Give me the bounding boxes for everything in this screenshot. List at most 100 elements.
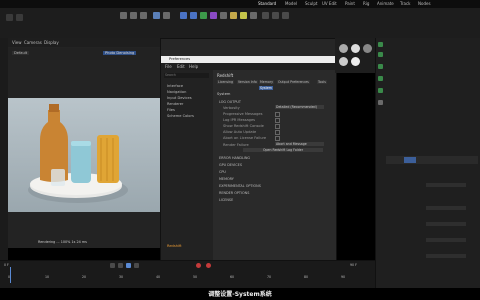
viewport-menu-cameras[interactable]: Cameras — [24, 40, 42, 45]
dialog-sidebar: Search Interface Navigation Input Device… — [161, 70, 213, 261]
keyframe-icon[interactable] — [206, 263, 211, 268]
render-mode-select[interactable]: Default — [12, 51, 30, 55]
panel-icon-6[interactable] — [378, 100, 383, 105]
undo-icon[interactable] — [6, 14, 13, 21]
tab-system[interactable]: System — [259, 86, 273, 90]
setting-auto-update-checkbox[interactable] — [275, 130, 280, 135]
render-icon[interactable] — [163, 12, 170, 19]
group-gpu-devices[interactable]: GPU DEVICES — [219, 163, 242, 167]
move-tool-icon[interactable] — [120, 12, 127, 19]
panel-icon-1[interactable] — [378, 42, 383, 47]
viewport-panel: View Cameras Display Default Photo Denoi… — [8, 38, 160, 248]
sidebar-item-input-devices[interactable]: Input Devices — [167, 96, 192, 100]
dialog-menu-file[interactable]: File — [165, 64, 172, 69]
play-first-icon[interactable] — [110, 263, 115, 268]
menu-tab-sculpt[interactable]: Sculpt — [305, 1, 318, 6]
sidebar-item-navigation[interactable]: Navigation — [167, 90, 186, 94]
open-log-folder-button[interactable]: Open Redshift Log Folder — [243, 148, 323, 152]
attribute-field-5[interactable] — [426, 254, 466, 258]
material-ball-1[interactable] — [339, 44, 348, 53]
sidebar-item-renderer[interactable]: Renderer — [167, 102, 183, 106]
field-icon[interactable] — [220, 12, 227, 19]
group-memory[interactable]: MEMORY — [219, 177, 234, 181]
group-experimental[interactable]: EXPERIMENTAL OPTIONS — [219, 184, 261, 188]
dialog-search-input[interactable]: Search — [164, 73, 209, 78]
menu-tab-rig[interactable]: Rig — [363, 1, 369, 6]
pen-icon[interactable] — [190, 12, 197, 19]
deformer-icon[interactable] — [210, 12, 217, 19]
material-ball-5[interactable] — [351, 57, 360, 66]
sidebar-item-redshift[interactable]: Redshift — [167, 244, 182, 248]
setting-console-checkbox[interactable] — [275, 124, 280, 129]
setting-progressive-checkbox[interactable] — [275, 112, 280, 117]
panel-icon-5[interactable] — [378, 88, 383, 93]
redo-icon[interactable] — [16, 14, 23, 21]
frame-current[interactable]: 0 F — [4, 263, 9, 267]
camera-icon[interactable] — [250, 12, 257, 19]
play-next-icon[interactable] — [134, 263, 139, 268]
material-panel — [335, 38, 375, 73]
attribute-field-1[interactable] — [426, 183, 466, 187]
preview-mode-select[interactable]: Photo Denoising — [103, 51, 137, 55]
play-back-icon[interactable] — [118, 263, 123, 268]
attribute-field-4[interactable] — [426, 238, 466, 242]
material-ball-2[interactable] — [351, 44, 360, 53]
setting-verbosity-select[interactable]: Detailed (Recommended) — [275, 105, 324, 109]
tab-tools[interactable]: Tools — [317, 80, 327, 84]
menu-tab-track[interactable]: Track — [400, 1, 410, 6]
menu-tab-nodes[interactable]: Nodes — [418, 1, 431, 6]
tab-version-info[interactable]: Version Info — [237, 80, 258, 84]
subdivide-icon[interactable] — [200, 12, 207, 19]
setting-abort-license-label: Abort on License Failure — [223, 136, 267, 140]
tag-icon[interactable] — [262, 12, 269, 19]
video-subtitle: 调整设置-System系统 — [208, 291, 272, 298]
group-error-handling[interactable]: ERROR HANDLING — [219, 156, 250, 160]
tab-licensing[interactable]: Licensing — [217, 80, 234, 84]
setting-log-ipr-checkbox[interactable] — [275, 118, 280, 123]
setting-abort-license-checkbox[interactable] — [275, 136, 280, 141]
attribute-active-tab[interactable] — [404, 157, 416, 163]
menu-tab-model[interactable]: Model — [285, 1, 297, 6]
menu-tab-paint[interactable]: Paint — [345, 1, 355, 6]
playhead[interactable] — [10, 267, 11, 283]
tab-memory[interactable]: Memory — [259, 80, 274, 84]
attribute-field-2[interactable] — [426, 206, 466, 210]
layout-icon[interactable] — [272, 12, 279, 19]
group-cpu[interactable]: CPU — [219, 170, 226, 174]
sidebar-item-interface[interactable]: Interface — [167, 84, 183, 88]
light-icon[interactable] — [240, 12, 247, 19]
dialog-menu-help[interactable]: Help — [189, 64, 198, 69]
panel-icon-4[interactable] — [378, 76, 383, 81]
rotate-tool-icon[interactable] — [130, 12, 137, 19]
settings-icon[interactable] — [282, 12, 289, 19]
tick-80: 80 — [304, 275, 309, 279]
viewport-menu-view[interactable]: View — [12, 40, 22, 45]
dialog-titlebar: Preferences — [161, 56, 336, 63]
log-output-header[interactable]: LOG OUTPUT — [219, 100, 241, 104]
material-ball-3[interactable] — [363, 44, 372, 53]
frame-end[interactable]: 90 F — [350, 263, 357, 267]
attribute-field-3[interactable] — [426, 222, 466, 226]
record-icon[interactable] — [196, 263, 201, 268]
panel-icon-2[interactable] — [378, 52, 383, 57]
render-status: Rendering ... 100% 1s 24 ms — [38, 240, 87, 244]
menu-tab-uv[interactable]: UV Edit — [322, 1, 337, 6]
material-ball-4[interactable] — [339, 57, 348, 66]
sidebar-item-files[interactable]: Files — [167, 108, 175, 112]
group-render-options[interactable]: RENDER OPTIONS — [219, 191, 249, 195]
scale-tool-icon[interactable] — [140, 12, 147, 19]
sidebar-item-scheme-colors[interactable]: Scheme Colors — [167, 114, 194, 118]
setting-render-failure-select[interactable]: Abort and Message — [275, 142, 324, 146]
tab-output-preferences[interactable]: Output Preferences — [277, 80, 310, 84]
dialog-menu-edit[interactable]: Edit — [177, 64, 185, 69]
group-license[interactable]: LICENSE — [219, 198, 233, 202]
scene-icon[interactable] — [230, 12, 237, 19]
cube-icon[interactable] — [180, 12, 187, 19]
viewport-menu-display[interactable]: Display — [44, 40, 59, 45]
menu-tab-standard[interactable]: Standard — [258, 1, 276, 6]
setting-render-failure-label: Render Failure — [223, 143, 249, 147]
menu-tab-animate[interactable]: Animate — [377, 1, 394, 6]
panel-icon-3[interactable] — [378, 64, 383, 69]
render-view-icon[interactable] — [153, 12, 160, 19]
play-icon[interactable] — [126, 263, 131, 268]
